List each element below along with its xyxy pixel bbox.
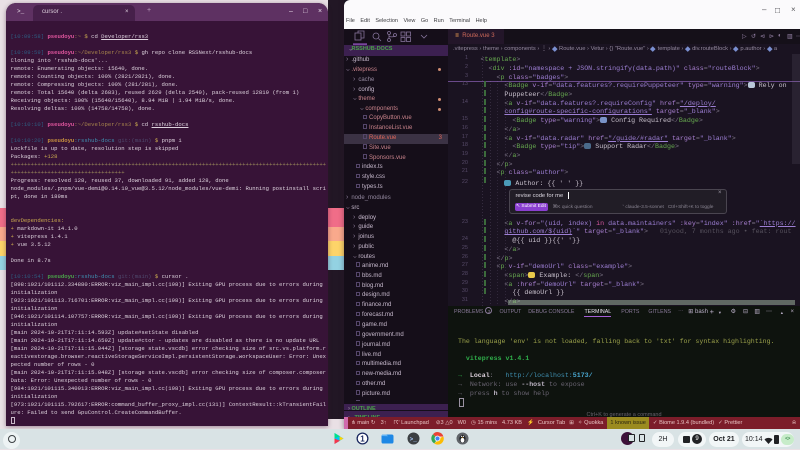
svg-text:>_: >_ [409, 436, 417, 443]
svg-text:1: 1 [360, 434, 365, 443]
